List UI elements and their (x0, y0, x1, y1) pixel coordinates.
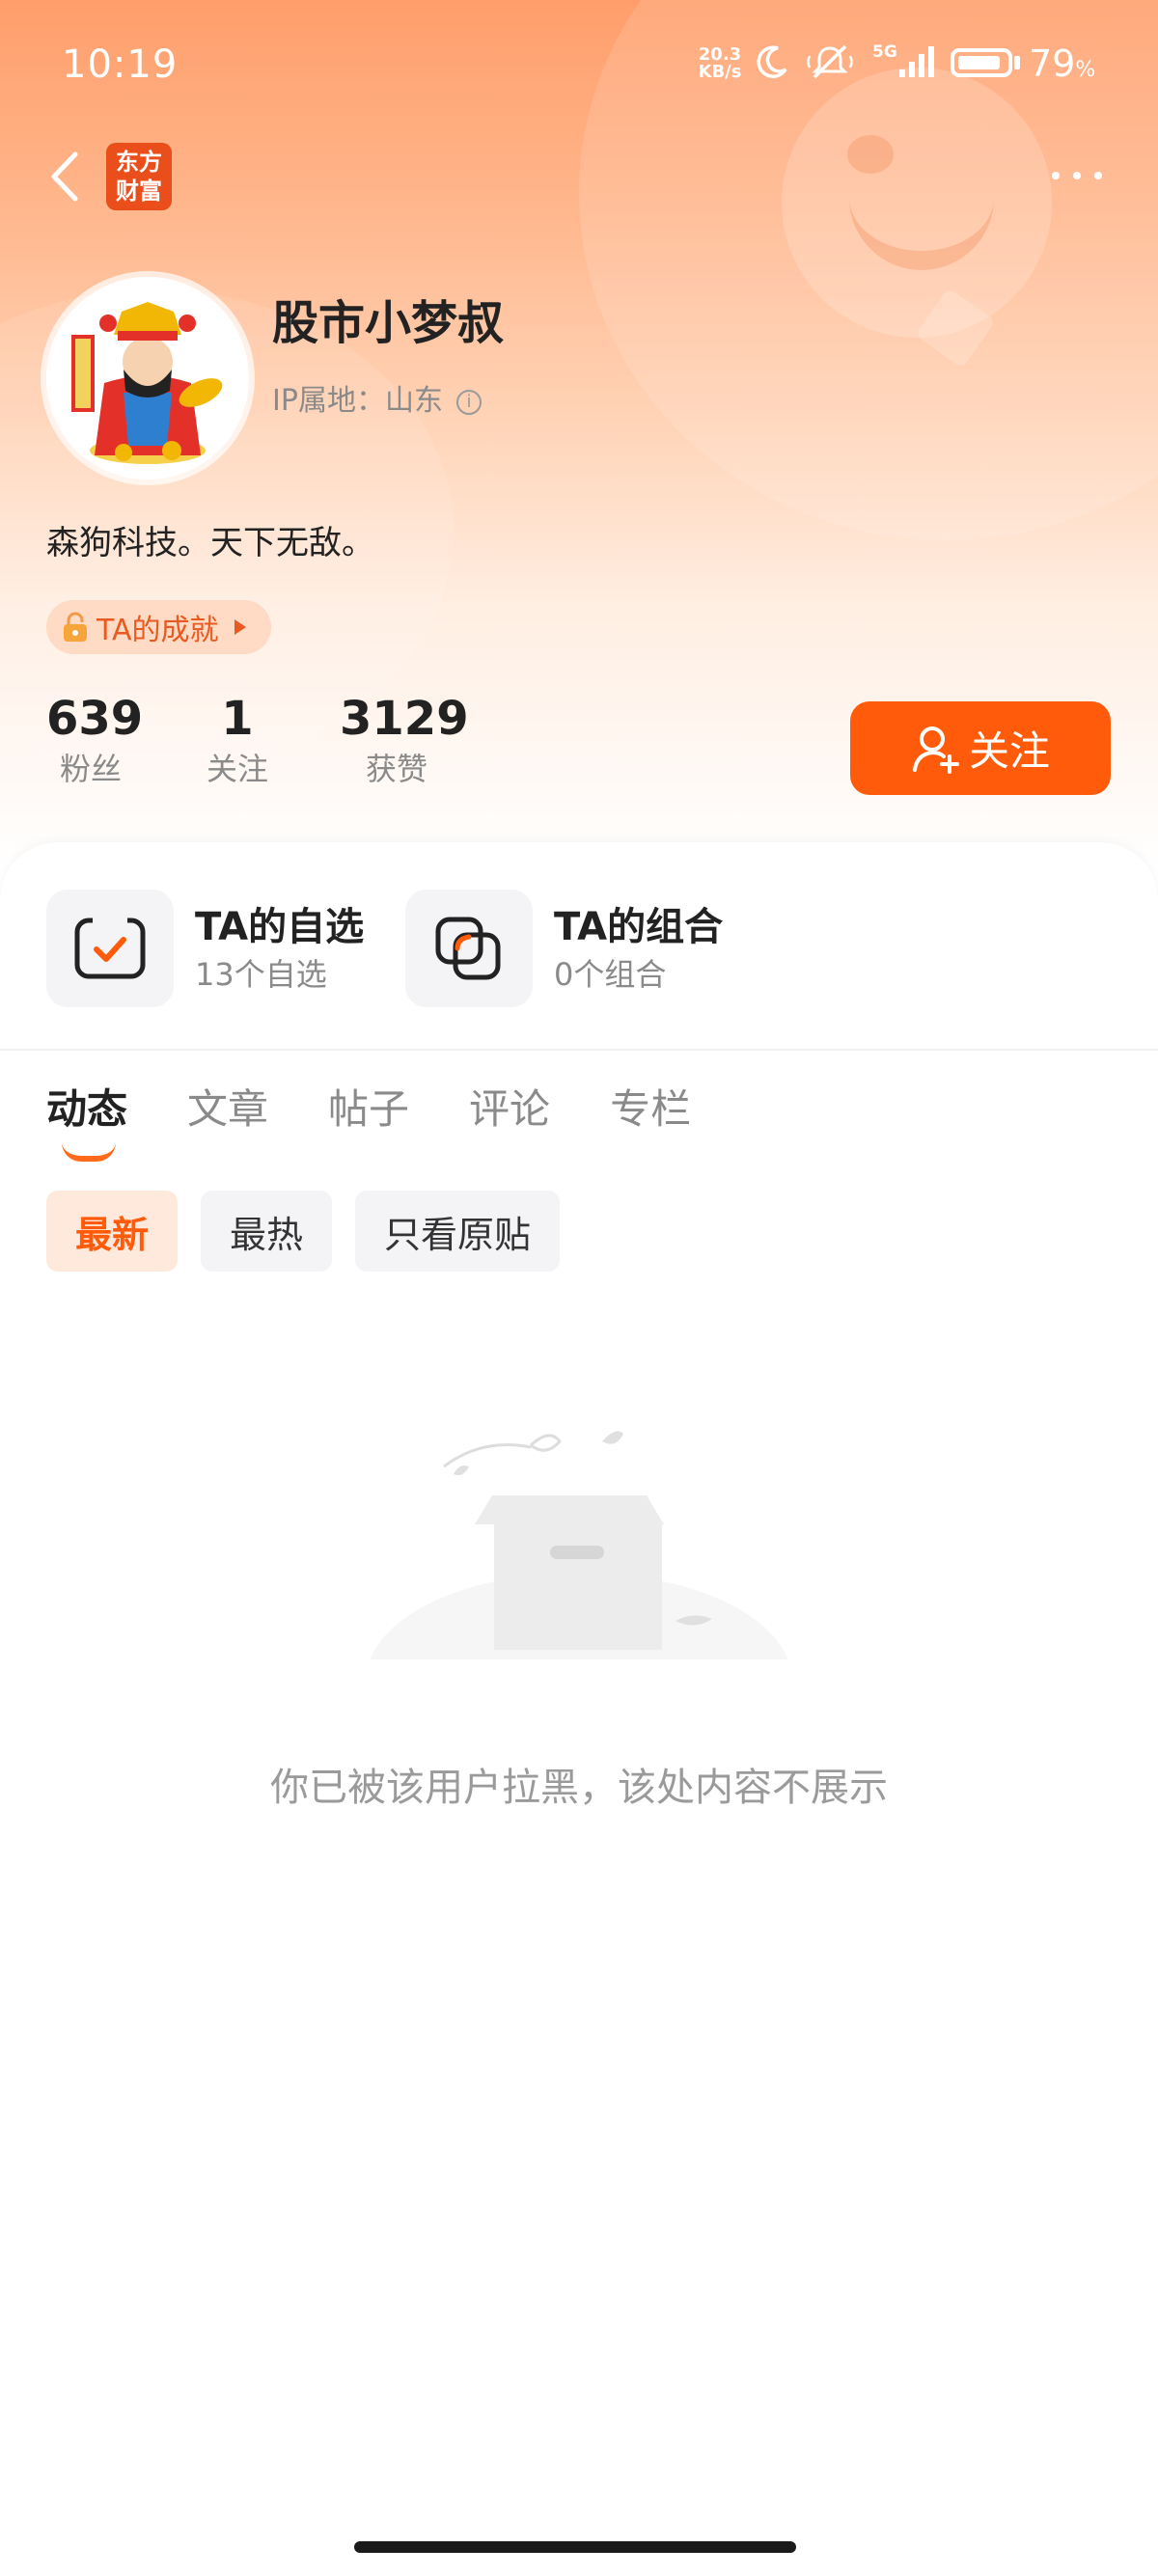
chevron-left-icon (51, 151, 78, 202)
network-speed: 20.3 KB/s (698, 44, 742, 82)
watchlist-count: 13个自选 (195, 956, 327, 993)
user-bio: 森狗科技。天下无敌。 (46, 524, 374, 562)
tab-articles[interactable]: 文章 (187, 1081, 268, 1138)
watchlist-check-icon (74, 915, 146, 979)
signal-icon (899, 46, 934, 77)
blocked-message: 你已被该用户拉黑，该处内容不展示 (270, 1766, 888, 1810)
portfolio-count: 0个组合 (554, 956, 667, 993)
mute-icon (807, 44, 853, 79)
back-button[interactable] (42, 143, 91, 210)
watchlist-link[interactable]: TA的自选 13个自选 (46, 890, 364, 1007)
likes-count: 3129 (340, 692, 469, 746)
achievements-button[interactable]: TA的成就 (46, 600, 271, 654)
portfolio-link[interactable]: TA的组合 0个组合 (405, 890, 723, 1007)
fans-count: 639 (46, 692, 144, 746)
tab-columns[interactable]: 专栏 (610, 1081, 691, 1138)
status-time: 10:19 (62, 42, 179, 87)
home-indicator[interactable] (354, 2541, 796, 2553)
tab-comments[interactable]: 评论 (469, 1081, 550, 1138)
content-tabs: 动态 文章 帖子 评论 专栏 (46, 1081, 751, 1162)
portfolio-title: TA的组合 (554, 905, 724, 949)
tab-posts[interactable]: 帖子 (328, 1081, 409, 1138)
battery-icon (951, 48, 1012, 77)
follow-button[interactable]: 关注 (850, 701, 1111, 795)
stat-following[interactable]: 1 关注 (193, 690, 282, 790)
follow-label: 关注 (968, 727, 1050, 775)
battery-percentage: 79% (1029, 42, 1096, 85)
avatar[interactable] (46, 277, 249, 480)
empty-box-illustration (357, 1431, 801, 1688)
app-logo[interactable]: 东方 财富 (106, 143, 172, 210)
section-divider (0, 1049, 1158, 1051)
achievements-label: TA的成就 (96, 614, 219, 647)
stat-fans[interactable]: 639 粉丝 (46, 690, 144, 790)
more-options-button[interactable] (1048, 154, 1106, 193)
following-count: 1 (221, 692, 254, 746)
stat-likes[interactable]: 3129 获赞 (340, 690, 469, 790)
more-dots-icon (1052, 172, 1060, 179)
status-bar: 10:19 20.3 KB/s 5G 79% (0, 0, 1158, 125)
triangle-right-icon (234, 619, 246, 635)
following-label: 关注 (206, 751, 268, 787)
watchlist-title: TA的自选 (195, 905, 365, 949)
lock-icon (64, 612, 87, 642)
likes-label: 获赞 (365, 751, 427, 787)
moon-icon (757, 45, 787, 78)
ip-location: IP属地：山东 i (272, 376, 482, 419)
info-icon[interactable]: i (455, 389, 482, 415)
filter-original-only[interactable]: 只看原贴 (355, 1191, 561, 1272)
add-user-icon (912, 726, 959, 774)
filter-hottest[interactable]: 最热 (201, 1191, 333, 1272)
fans-label: 粉丝 (59, 751, 122, 787)
filter-chips: 最新 最热 只看原贴 (46, 1191, 583, 1272)
filter-latest[interactable]: 最新 (46, 1191, 179, 1272)
avatar-image (46, 277, 249, 480)
network-type-label: 5G (872, 42, 897, 62)
username: 股市小梦叔 (272, 296, 505, 350)
portfolio-icon (435, 917, 501, 980)
tab-dynamics[interactable]: 动态 (46, 1081, 127, 1162)
